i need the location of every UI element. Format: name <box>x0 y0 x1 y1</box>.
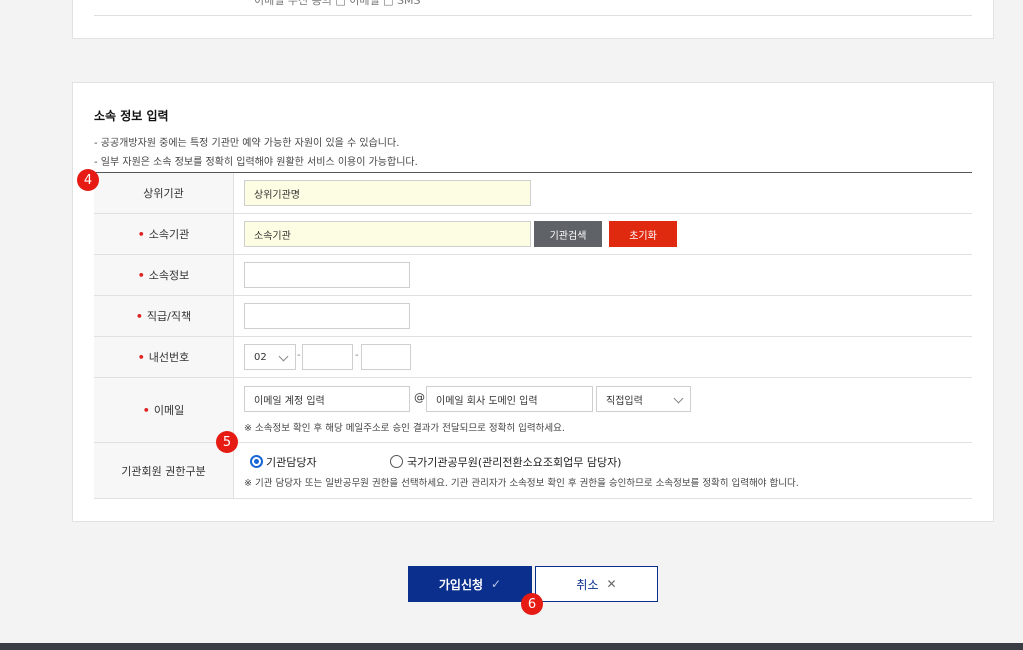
submit-button[interactable]: 가입신청 ✓ <box>408 566 532 602</box>
affiliation-section: 소속 정보 입력 - 공공개방자원 중에는 특정 기관만 예약 가능한 자원이 … <box>72 82 994 522</box>
required-mark: • <box>137 268 145 282</box>
phone-separator-1: - <box>297 350 301 361</box>
section-note-1: - 공공개방자원 중에는 특정 기관만 예약 가능한 자원이 있을 수 있습니다… <box>94 138 400 149</box>
email-domain-input[interactable]: 이메일 회사 도메인 입력 <box>426 386 593 412</box>
role-label-text: 기관회원 권한구분 <box>121 464 206 478</box>
phone-cell: 02 - - <box>234 337 972 377</box>
org-cell: 소속기관 기관검색 초기화 <box>234 214 972 254</box>
phone-area-value: 02 <box>254 351 267 363</box>
org-search-button[interactable]: 기관검색 <box>534 221 602 247</box>
previous-row-text: 이메일 수신 동의 □ 이메일 □ SMS <box>254 0 421 7</box>
dept-label-text: 소속정보 <box>148 269 190 282</box>
parent-org-label: 상위기관 <box>94 173 234 213</box>
email-at-sign: @ <box>414 391 425 404</box>
parent-org-cell: 상위기관명 <box>234 173 972 213</box>
org-input[interactable]: 소속기관 <box>244 221 531 247</box>
required-mark: • <box>137 227 145 241</box>
close-icon: ✕ <box>606 577 617 591</box>
email-label: • 이메일 <box>94 378 234 442</box>
parent-org-label-text: 상위기관 <box>143 187 184 200</box>
email-account-input[interactable]: 이메일 계정 입력 <box>244 386 410 412</box>
check-icon: ✓ <box>491 577 502 591</box>
previous-form-row: 이메일 수신 동의 □ 이메일 □ SMS <box>94 0 972 16</box>
phone-separator-2: - <box>355 350 359 361</box>
phone-last-input[interactable] <box>361 344 411 370</box>
email-domain-select[interactable]: 직접입력 <box>596 386 691 412</box>
required-mark: • <box>142 403 150 417</box>
submit-label: 가입신청 <box>438 577 484 592</box>
role-option-org-manager[interactable]: 기관담당자 <box>266 454 317 470</box>
email-domain-select-value: 직접입력 <box>606 395 643 407</box>
row-dept: • 소속정보 <box>94 255 972 296</box>
footer-bar <box>0 643 1023 650</box>
required-mark: • <box>135 309 143 323</box>
row-phone: • 내선번호 02 - - <box>94 337 972 378</box>
dept-input[interactable] <box>244 262 410 288</box>
dept-cell <box>234 255 972 295</box>
cancel-label: 취소 <box>576 577 599 592</box>
position-input[interactable] <box>244 303 410 329</box>
required-mark: • <box>137 350 145 364</box>
phone-label: • 내선번호 <box>94 337 234 377</box>
phone-label-text: 내선번호 <box>148 351 190 364</box>
position-cell <box>234 296 972 336</box>
role-note: ※ 기관 담당자 또는 일반공무원 권한을 선택하세요. 기관 관리자가 소속정… <box>244 478 799 489</box>
step-marker-6: 6 <box>521 593 543 615</box>
email-note: ※ 소속정보 확인 후 해당 메일주소로 승인 결과가 전달되므로 정확히 입력… <box>244 423 565 434</box>
section-note-2: - 일부 자원은 소속 정보를 정확히 입력해야 원활한 서비스 이용이 가능합… <box>94 157 418 168</box>
row-parent-org: 상위기관 상위기관명 <box>94 173 972 214</box>
role-cell: 기관담당자 국가기관공무원(관리전환소요조회업무 담당자) ※ 기관 담당자 또… <box>234 443 972 498</box>
previous-section-panel: 이메일 수신 동의 □ 이메일 □ SMS <box>72 0 994 39</box>
chevron-down-icon <box>278 351 289 362</box>
row-position: • 직급/직책 <box>94 296 972 337</box>
parent-org-input[interactable]: 상위기관명 <box>244 180 531 206</box>
chevron-down-icon <box>673 393 684 404</box>
row-org: • 소속기관 소속기관 기관검색 초기화 <box>94 214 972 255</box>
email-cell: 이메일 계정 입력 @ 이메일 회사 도메인 입력 직접입력 ※ 소속정보 확인… <box>234 378 972 442</box>
phone-area-select[interactable]: 02 <box>244 344 296 370</box>
step-marker-5: 5 <box>216 431 238 453</box>
phone-mid-input[interactable] <box>302 344 353 370</box>
section-title: 소속 정보 입력 <box>94 109 169 123</box>
position-label: • 직급/직책 <box>94 296 234 336</box>
email-label-text: 이메일 <box>153 404 185 417</box>
cancel-button[interactable]: 취소 ✕ <box>535 566 658 602</box>
role-radio-civil-servant[interactable] <box>390 455 403 468</box>
step-marker-4: 4 <box>77 169 99 191</box>
org-label: • 소속기관 <box>94 214 234 254</box>
role-label: 기관회원 권한구분 <box>94 443 234 498</box>
org-label-text: 소속기관 <box>148 228 190 241</box>
dept-label: • 소속정보 <box>94 255 234 295</box>
role-option-civil-servant[interactable]: 국가기관공무원(관리전환소요조회업무 담당자) <box>407 454 621 470</box>
position-label-text: 직급/직책 <box>146 310 192 323</box>
org-reset-button[interactable]: 초기화 <box>609 221 677 247</box>
role-radio-org-manager[interactable] <box>250 455 263 468</box>
